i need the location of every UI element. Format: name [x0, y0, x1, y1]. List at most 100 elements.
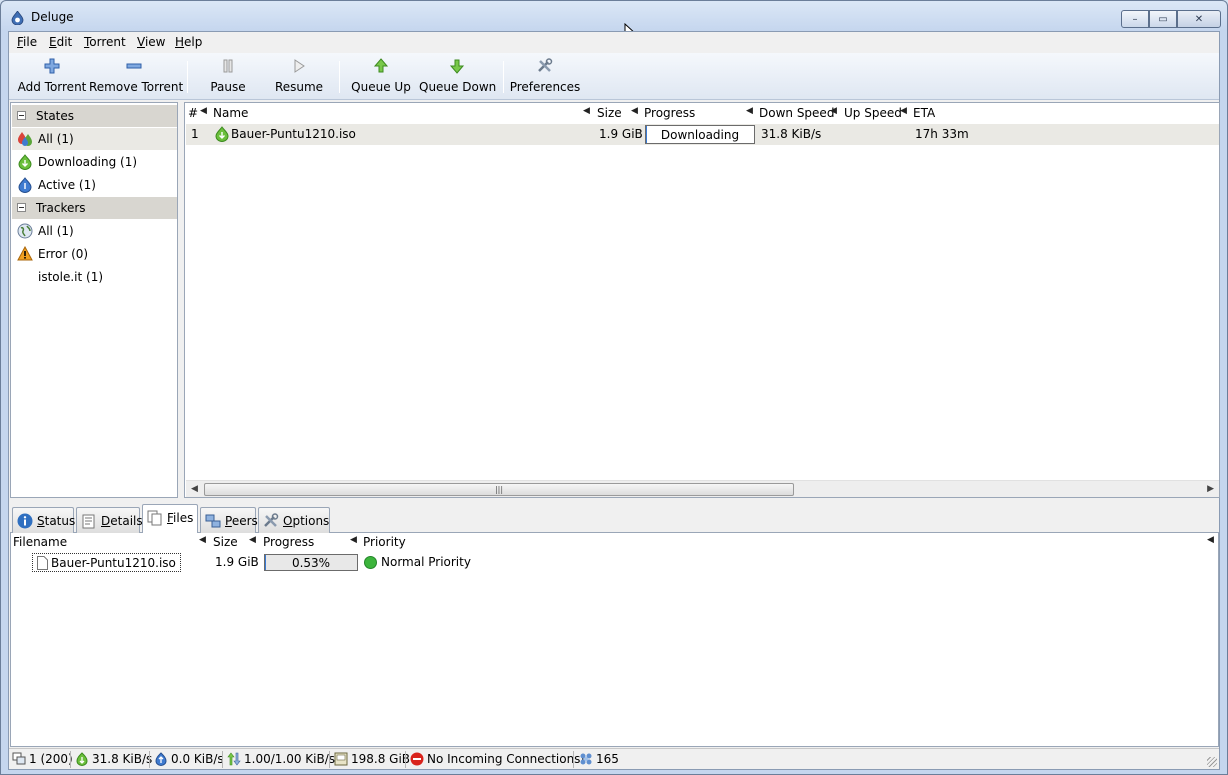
sidebar-item-active[interactable]: Active (1)	[12, 174, 177, 196]
sort-arrow-icon: ◀	[900, 106, 907, 116]
torrent-progress-bar: Downloading 0.51%	[645, 125, 755, 144]
torrent-list: # ◀ Name ◀ Size ◀ Progress ◀ Down Speed …	[184, 102, 1220, 498]
file-priority: Normal Priority	[381, 555, 471, 569]
dht-nodes-text: 165	[596, 752, 619, 766]
column-header-number[interactable]: #	[188, 103, 198, 123]
tools-icon	[264, 513, 279, 527]
client-area: File Edit Torrent View Help Add Torrent …	[8, 31, 1220, 770]
upload-speed-icon	[155, 752, 167, 766]
minimize-button[interactable]: –	[1121, 10, 1149, 28]
traffic-arrows-icon	[227, 752, 241, 766]
queue-down-button[interactable]: Queue Down	[419, 53, 497, 99]
column-header-name[interactable]: Name	[213, 103, 248, 123]
column-header-down-speed[interactable]: Down Speed	[759, 103, 834, 123]
scrollbar-thumb[interactable]: |||	[204, 483, 794, 496]
menu-torrent[interactable]: Torrent	[84, 35, 126, 49]
resume-label: Resume	[274, 80, 324, 94]
globe-icon	[17, 223, 33, 239]
sort-arrow-icon: ◀	[583, 106, 590, 116]
resume-button[interactable]: Resume	[269, 53, 329, 99]
free-space-text: 198.8 GiB	[351, 752, 411, 766]
resize-grip-icon[interactable]	[1207, 757, 1217, 767]
upload-speed-status[interactable]: 0.0 KiB/s	[154, 752, 224, 766]
maximize-button[interactable]: ▭	[1149, 10, 1177, 28]
preferences-button[interactable]: Preferences	[509, 53, 581, 99]
dht-nodes-status[interactable]: 165	[579, 752, 619, 766]
sort-arrow-icon: ◀	[200, 106, 207, 116]
sort-arrow-icon: ◀	[631, 106, 638, 116]
table-row[interactable]: 1 Bauer-Puntu1210.iso 1.9 GiB Downloadin…	[186, 124, 1219, 145]
sidebar-item-tracker-istole[interactable]: istole.it (1)	[12, 266, 177, 288]
protocol-traffic-status[interactable]: 1.00/1.00 KiB/s	[227, 752, 335, 766]
horizontal-scrollbar[interactable]: ◀ ||| ▶	[186, 480, 1219, 497]
collapse-icon[interactable]	[17, 111, 26, 120]
tab-options[interactable]: Options	[258, 507, 330, 533]
column-header-up-speed[interactable]: Up Speed	[844, 103, 902, 123]
scroll-left-icon[interactable]: ◀	[191, 484, 198, 494]
toolbar-separator	[339, 61, 340, 93]
column-header-size[interactable]: Size	[597, 103, 622, 123]
sidebar-item-all-trackers[interactable]: All (1)	[12, 220, 177, 242]
title-bar[interactable]: Deluge – ▭ ✕	[1, 1, 1227, 31]
sort-arrow-icon: ◀	[1207, 535, 1214, 545]
connections-status[interactable]: 1 (200)	[12, 752, 73, 766]
table-row[interactable]: Bauer-Puntu1210.iso 1.9 GiB 0.53% Normal…	[11, 552, 1218, 573]
details-icon	[82, 514, 95, 529]
pause-button[interactable]: Pause	[199, 53, 257, 99]
priority-normal-icon	[364, 556, 377, 569]
close-button[interactable]: ✕	[1177, 10, 1221, 28]
add-torrent-label: Add Torrent	[17, 80, 87, 94]
tab-files[interactable]: Files	[142, 504, 198, 534]
add-torrent-button[interactable]: Add Torrent	[13, 53, 91, 99]
connections-text: 1 (200)	[29, 752, 73, 766]
tab-label: Options	[283, 514, 330, 528]
menu-help[interactable]: Help	[175, 35, 202, 49]
download-speed-status[interactable]: 31.8 KiB/s	[75, 752, 152, 766]
sort-arrow-icon: ◀	[830, 106, 837, 116]
incoming-connections-text: No Incoming Connections!	[427, 752, 586, 766]
torrent-size: 1.9 GiB	[599, 127, 643, 141]
states-header-label: States	[36, 109, 75, 123]
column-header-file-progress[interactable]: Progress	[263, 533, 314, 551]
tab-peers[interactable]: Peers	[200, 507, 258, 533]
status-bar: 1 (200) 31.8 KiB/s 0.0 KiB/s 1.00/1.00 K…	[9, 748, 1219, 769]
column-header-file-size[interactable]: Size	[213, 533, 238, 551]
torrent-number: 1	[191, 127, 199, 141]
column-header-eta[interactable]: ETA	[913, 103, 935, 123]
tab-status[interactable]: Status	[12, 507, 75, 533]
sidebar-item-all-states[interactable]: All (1)	[12, 128, 177, 150]
menu-view[interactable]: View	[137, 35, 165, 49]
remove-torrent-button[interactable]: Remove Torrent	[89, 53, 183, 99]
minus-icon	[126, 63, 142, 69]
collapse-icon[interactable]	[17, 203, 26, 212]
sidebar-item-label: All (1)	[38, 224, 74, 238]
tab-details[interactable]: Details	[76, 507, 143, 533]
sidebar-item-error[interactable]: Error (0)	[12, 243, 177, 265]
status-separator	[222, 751, 223, 768]
trackers-header[interactable]: Trackers	[12, 197, 177, 219]
scroll-right-icon[interactable]: ▶	[1207, 484, 1214, 494]
upload-speed-text: 0.0 KiB/s	[171, 752, 224, 766]
status-separator	[405, 751, 406, 768]
protocol-traffic-text: 1.00/1.00 KiB/s	[244, 752, 336, 766]
menu-file[interactable]: File	[17, 35, 37, 49]
torrent-name: Bauer-Puntu1210.iso	[231, 127, 356, 141]
disk-icon	[334, 752, 348, 766]
states-header[interactable]: States	[12, 105, 177, 127]
arrow-up-icon	[373, 58, 389, 73]
tab-label: Peers	[225, 514, 258, 528]
free-space-status[interactable]: 198.8 GiB	[334, 752, 410, 766]
minimize-icon: –	[1132, 13, 1138, 25]
incoming-connections-status[interactable]: No Incoming Connections!	[410, 752, 585, 766]
column-header-progress[interactable]: Progress	[644, 103, 695, 123]
tab-label: Files	[167, 511, 194, 525]
column-header-priority[interactable]: Priority	[363, 533, 406, 551]
file-size: 1.9 GiB	[215, 555, 259, 569]
sidebar-item-downloading[interactable]: Downloading (1)	[12, 151, 177, 173]
column-header-filename[interactable]: Filename	[13, 533, 67, 551]
queue-up-button[interactable]: Queue Up	[351, 53, 411, 99]
queue-down-label: Queue Down	[419, 80, 497, 94]
torrent-down-speed: 31.8 KiB/s	[761, 127, 822, 141]
menu-edit[interactable]: Edit	[49, 35, 72, 49]
file-name-cell[interactable]: Bauer-Puntu1210.iso	[32, 553, 181, 572]
